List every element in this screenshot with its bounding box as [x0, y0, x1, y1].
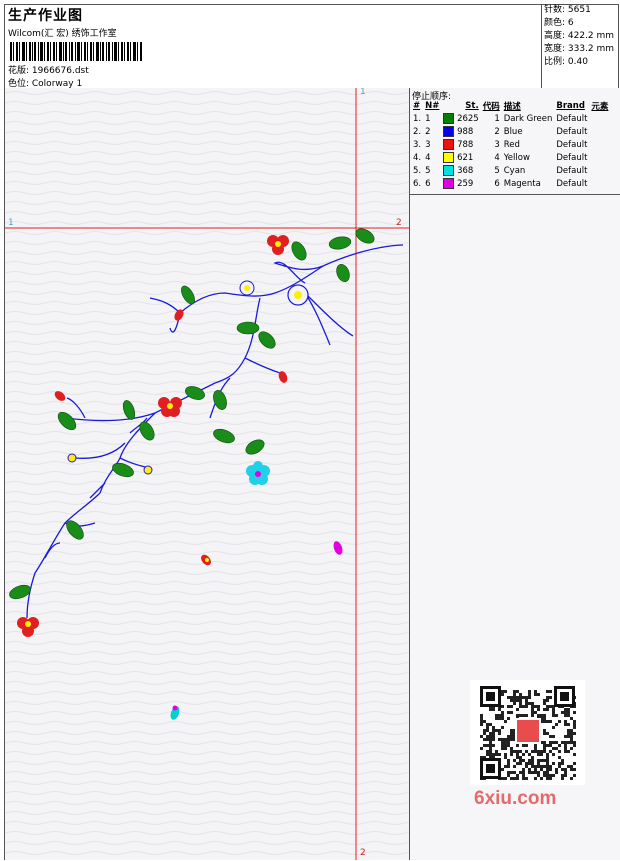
column-header: # — [413, 101, 421, 111]
embroidery-design — [5, 88, 409, 860]
stat-width: 宽度: 333.2 mm — [544, 44, 615, 54]
column-header: 描述 — [503, 102, 521, 112]
element — [589, 138, 610, 151]
color-code: 1 — [494, 113, 500, 124]
watermark-logo: 6xiu.com — [474, 788, 557, 809]
design-preview: 1 1 2 2 — [5, 88, 409, 860]
thread-color-swatch — [443, 126, 455, 137]
color-swatch: 259 — [441, 177, 480, 190]
table-row: 3. 3 788 3 Red Default — [411, 138, 610, 151]
color-swatch: 368 — [441, 164, 480, 177]
color-description: Blue — [503, 126, 523, 137]
stop-index: 1. — [413, 113, 422, 124]
table-row: 6. 6 259 6 Magenta Default — [411, 177, 610, 190]
color-code: 4 — [494, 152, 500, 163]
guide-label-right: 2 — [396, 218, 402, 228]
stat-height: 高度: 422.2 mm — [544, 31, 615, 41]
stop-sequence-table: # N# St. 代码 描述 Brand 元素 1. 1 2625 1 Dark Green Def… — [411, 100, 610, 190]
table-row: 4. 4 621 4 Yellow Default — [411, 151, 610, 164]
color-description: Yellow — [503, 152, 530, 163]
guide-label-left: 1 — [8, 218, 14, 228]
color-description: Red — [503, 139, 520, 150]
needle-number: 5 — [425, 165, 431, 176]
table-row: 1. 1 2625 1 Dark Green Default — [411, 112, 610, 125]
thread-color-swatch — [443, 152, 455, 163]
column-header: St. — [465, 101, 479, 111]
guide-label-top: 1 — [360, 88, 366, 97]
thread-color-swatch — [443, 178, 455, 189]
column-header: 元素 — [591, 102, 609, 112]
column-header: N# — [425, 101, 440, 111]
stitch-count: 988 — [454, 127, 474, 137]
element — [589, 164, 610, 177]
stop-index: 6. — [413, 178, 422, 189]
color-code: 2 — [494, 126, 500, 137]
color-swatch: 988 — [441, 125, 480, 138]
stitch-count: 788 — [454, 140, 474, 150]
color-swatch: 2625 — [441, 112, 480, 125]
thread-brand: Default — [556, 139, 588, 150]
stat-scale: 比例: 0.40 — [544, 57, 588, 67]
design-file: 花版: 1966676.dst — [8, 66, 89, 76]
stitch-count: 621 — [454, 153, 474, 163]
table-row: 2. 2 988 2 Blue Default — [411, 125, 610, 138]
stat-stitches: 针数: 5651 — [544, 5, 591, 15]
guide-label-bottom: 2 — [360, 848, 366, 858]
color-description: Cyan — [503, 165, 526, 176]
thread-color-swatch — [443, 113, 455, 124]
element — [589, 151, 610, 164]
stats-panel: 针数: 5651 颜色: 6 高度: 422.2 mm 宽度: 333.2 mm… — [541, 4, 620, 89]
thread-brand: Default — [556, 165, 588, 176]
table-row: 5. 5 368 5 Cyan Default — [411, 164, 610, 177]
needle-number: 2 — [425, 126, 431, 137]
stop-index: 4. — [413, 152, 422, 163]
stat-colors: 颜色: 6 — [544, 18, 574, 28]
column-header: 代码 — [482, 102, 500, 112]
thread-brand: Default — [556, 126, 588, 137]
color-swatch: 621 — [441, 151, 480, 164]
needle-number: 3 — [425, 139, 431, 150]
thread-color-swatch — [443, 139, 455, 150]
thread-brand: Default — [556, 113, 588, 124]
element — [589, 177, 610, 190]
header: 生产作业图 Wilcom(汇 宏) 绣饰工作室 花版: 1966676.dst … — [5, 5, 542, 89]
color-code: 5 — [494, 165, 500, 176]
page-title: 生产作业图 — [8, 8, 83, 24]
thread-brand: Default — [556, 178, 588, 189]
needle-number: 1 — [425, 113, 431, 124]
company-name: Wilcom(汇 宏) 绣饰工作室 — [8, 29, 117, 39]
qr-code — [470, 680, 585, 785]
color-swatch: 788 — [441, 138, 480, 151]
column-header: Brand — [556, 101, 585, 111]
color-description: Magenta — [503, 178, 541, 189]
stitch-count: 2625 — [454, 114, 479, 124]
stop-index: 5. — [413, 165, 422, 176]
panel-divider — [410, 194, 620, 195]
color-description: Dark Green — [503, 113, 553, 124]
stop-index: 2. — [413, 126, 422, 137]
stop-index: 3. — [413, 139, 422, 150]
stitch-count: 368 — [454, 166, 474, 176]
thread-color-swatch — [443, 165, 455, 176]
stitch-count: 259 — [454, 179, 474, 189]
thread-brand: Default — [556, 152, 588, 163]
element — [589, 112, 610, 125]
color-code: 6 — [494, 178, 500, 189]
needle-number: 4 — [425, 152, 431, 163]
color-code: 3 — [494, 139, 500, 150]
barcode — [10, 42, 142, 61]
needle-number: 6 — [425, 178, 431, 189]
element — [589, 125, 610, 138]
